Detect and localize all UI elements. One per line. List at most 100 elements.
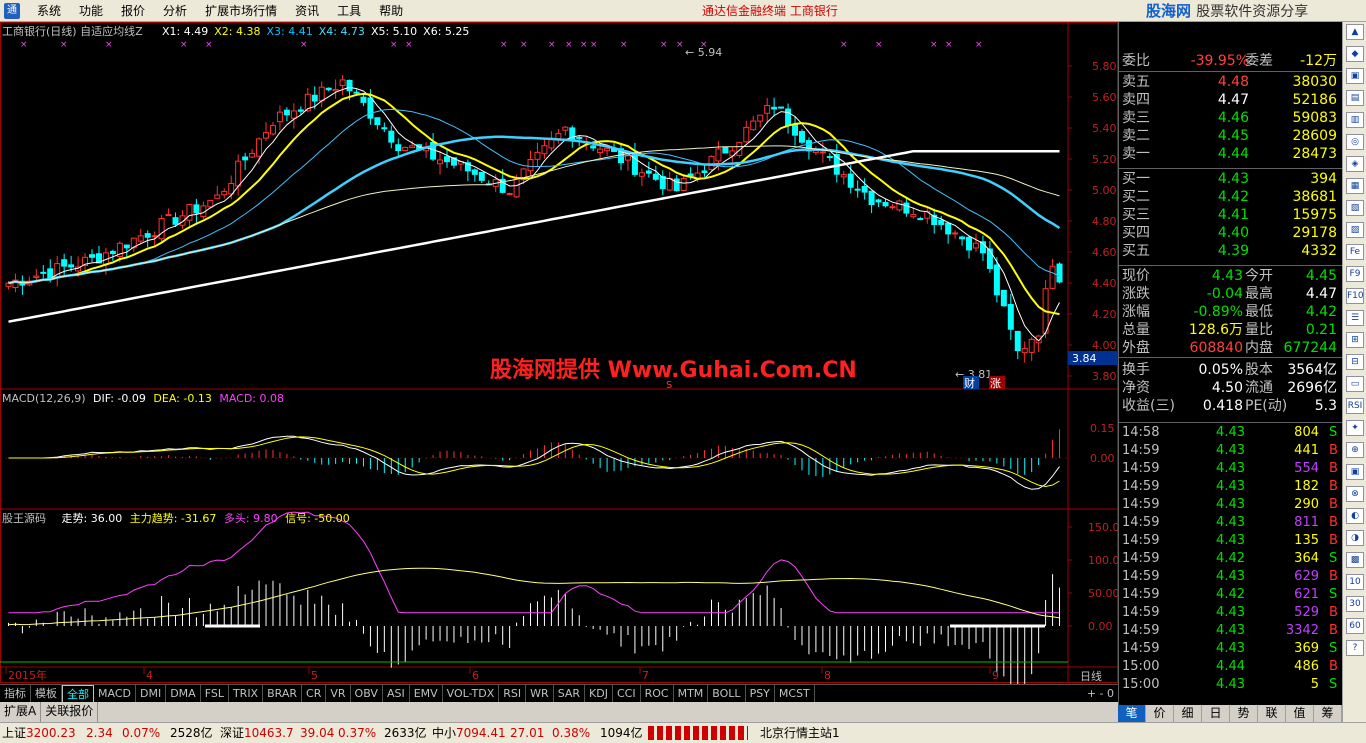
side-tool-button-10[interactable]: Fe xyxy=(1346,244,1364,260)
indicator-tab-dmi[interactable]: DMI xyxy=(136,685,167,702)
indicator-tab-全部[interactable]: 全部 xyxy=(62,685,94,702)
server-name[interactable]: 北京行情主站1 xyxy=(760,723,840,743)
app-icon[interactable]: 通 xyxy=(4,3,20,19)
ext-tab-0[interactable]: 扩展A xyxy=(0,702,42,722)
quote-tab-3[interactable]: 日 xyxy=(1202,705,1230,722)
side-tool-button-24[interactable]: ▩ xyxy=(1346,552,1364,568)
side-tool-button-0[interactable]: ▲ xyxy=(1346,24,1364,40)
menu-item-2[interactable]: 报价 xyxy=(112,3,154,19)
tick-time: 14:59 xyxy=(1122,623,1160,638)
indicator-tab-fsl[interactable]: FSL xyxy=(201,685,229,702)
candle-body xyxy=(1049,265,1056,289)
quote-tab-6[interactable]: 值 xyxy=(1286,705,1314,722)
indicator-tab-vr[interactable]: VR xyxy=(326,685,351,702)
signal-marker: × xyxy=(405,40,413,50)
side-tool-button-28[interactable]: ? xyxy=(1346,640,1364,656)
sh-label: 上证 xyxy=(2,726,27,740)
side-tool-button-19[interactable]: ⊕ xyxy=(1346,442,1364,458)
side-tool-button-13[interactable]: ☰ xyxy=(1346,310,1364,326)
indicator-tab-mtm[interactable]: MTM xyxy=(674,685,709,702)
stat-label: 流通 xyxy=(1245,380,1273,396)
side-tool-button-22[interactable]: ◐ xyxy=(1346,508,1364,524)
side-tool-button-25[interactable]: 10 xyxy=(1346,574,1364,590)
side-tool-button-9[interactable]: ▨ xyxy=(1346,222,1364,238)
quote-tab-5[interactable]: 联 xyxy=(1258,705,1286,722)
indicator-tab-dma[interactable]: DMA xyxy=(166,685,201,702)
quote-tab-4[interactable]: 势 xyxy=(1230,705,1258,722)
indicator-tab-trix[interactable]: TRIX xyxy=(229,685,264,702)
side-tool-button-7[interactable]: ▦ xyxy=(1346,178,1364,194)
indicator-tab-roc[interactable]: ROC xyxy=(641,685,674,702)
quote-tab-2[interactable]: 细 xyxy=(1174,705,1202,722)
bid-label: 买一 xyxy=(1122,171,1150,187)
side-tool-button-20[interactable]: ▣ xyxy=(1346,464,1364,480)
candle-body xyxy=(750,120,757,131)
indicator-tab-asi[interactable]: ASI xyxy=(383,685,410,702)
menu-item-5[interactable]: 资讯 xyxy=(286,3,328,19)
tick-price: 4.43 xyxy=(1216,479,1245,494)
indicator-tab-vol-tdx[interactable]: VOL-TDX xyxy=(443,685,500,702)
indicator-tab-wr[interactable]: WR xyxy=(526,685,554,702)
side-tool-button-27[interactable]: 60 xyxy=(1346,618,1364,634)
side-tool-button-23[interactable]: ◑ xyxy=(1346,530,1364,546)
candle-body xyxy=(541,145,548,155)
indicator-controls[interactable]: + - 0 xyxy=(1087,685,1114,702)
side-tool-button-11[interactable]: F9 xyxy=(1346,266,1364,282)
side-tool-button-1[interactable]: ◆ xyxy=(1346,46,1364,62)
period-label[interactable]: 日线 xyxy=(1080,669,1102,683)
side-tool-button-2[interactable]: ▣ xyxy=(1346,68,1364,84)
macd-dea-line xyxy=(8,436,1060,488)
side-tool-button-17[interactable]: RSI xyxy=(1346,398,1364,414)
gw-axis-label: 150.0 xyxy=(1088,521,1118,534)
tick-price: 4.43 xyxy=(1216,641,1245,656)
indicator-tab-模板[interactable]: 模板 xyxy=(31,685,62,702)
quote-tab-7[interactable]: 筹 xyxy=(1314,705,1342,722)
menu-item-0[interactable]: 系统 xyxy=(28,3,70,19)
side-tool-button-18[interactable]: ✦ xyxy=(1346,420,1364,436)
signal-marker: × xyxy=(945,40,953,50)
indicator-tab-kdj[interactable]: KDJ xyxy=(585,685,613,702)
indicator-tab-cci[interactable]: CCI xyxy=(613,685,641,702)
ask-label: 卖二 xyxy=(1122,128,1150,144)
quote-tab-1[interactable]: 价 xyxy=(1146,705,1174,722)
kline-chart-area[interactable]: 5.80 5.60 5.40 5.20 5.00 4.80 4.60 4.40 4.20 4.00… xyxy=(0,22,1118,684)
indicator-tab-rsi[interactable]: RSI xyxy=(499,685,527,702)
indicator-tab-sar[interactable]: SAR xyxy=(554,685,586,702)
macd-header: MACD(12,26,9) DIF: -0.09 DEA: -0.13 MACD… xyxy=(2,392,284,406)
side-tool-button-5[interactable]: ◎ xyxy=(1346,134,1364,150)
side-tool-button-12[interactable]: F10 xyxy=(1346,288,1364,304)
candle-body xyxy=(534,151,541,160)
side-tool-button-21[interactable]: ⊗ xyxy=(1346,486,1364,502)
indicator-tab-boll[interactable]: BOLL xyxy=(708,685,746,702)
menu-item-6[interactable]: 工具 xyxy=(328,3,370,19)
stat-row: 现价 4.43 今开 4.45 xyxy=(1119,267,1343,285)
menu-item-1[interactable]: 功能 xyxy=(70,3,112,19)
indicator-tab-emv[interactable]: EMV xyxy=(410,685,443,702)
ext-tab-1[interactable]: 关联报价 xyxy=(41,702,99,722)
side-tool-button-4[interactable]: ▥ xyxy=(1346,112,1364,128)
indicator-tab-brar[interactable]: BRAR xyxy=(263,685,303,702)
price-axis-label: 3.80 xyxy=(1092,370,1117,383)
chart-canvas[interactable]: 5.80 5.60 5.40 5.20 5.00 4.80 4.60 4.40 4.20 4.00… xyxy=(0,22,1118,684)
indicator-tab-mcst[interactable]: MCST xyxy=(775,685,815,702)
side-tool-button-15[interactable]: ⊟ xyxy=(1346,354,1364,370)
candle-body xyxy=(1021,348,1028,354)
menu-items: 系统 功能 报价 分析 扩展市场行情 资讯 工具 帮助 xyxy=(28,3,412,19)
indicator-tab-psy[interactable]: PSY xyxy=(746,685,775,702)
indicator-tab-cr[interactable]: CR xyxy=(302,685,327,702)
indicator-tab-obv[interactable]: OBV xyxy=(351,685,383,702)
menu-item-3[interactable]: 分析 xyxy=(154,3,196,19)
indicator-tab-macd[interactable]: MACD xyxy=(94,685,136,702)
quote-tab-0[interactable]: 笔 xyxy=(1118,705,1146,722)
menu-item-7[interactable]: 帮助 xyxy=(370,3,412,19)
side-tool-button-26[interactable]: 30 xyxy=(1346,596,1364,612)
side-tool-button-14[interactable]: ⊞ xyxy=(1346,332,1364,348)
side-tool-button-16[interactable]: ▭ xyxy=(1346,376,1364,392)
side-tool-button-8[interactable]: ▧ xyxy=(1346,200,1364,216)
window-title: 通达信金融终端 工商银行 xyxy=(702,4,838,18)
side-tool-button-6[interactable]: ◈ xyxy=(1346,156,1364,172)
menu-item-4[interactable]: 扩展市场行情 xyxy=(196,3,286,19)
indicator-tab-指标[interactable]: 指标 xyxy=(0,685,31,702)
side-tool-button-3[interactable]: ▤ xyxy=(1346,90,1364,106)
tick-direction: B xyxy=(1329,461,1338,476)
